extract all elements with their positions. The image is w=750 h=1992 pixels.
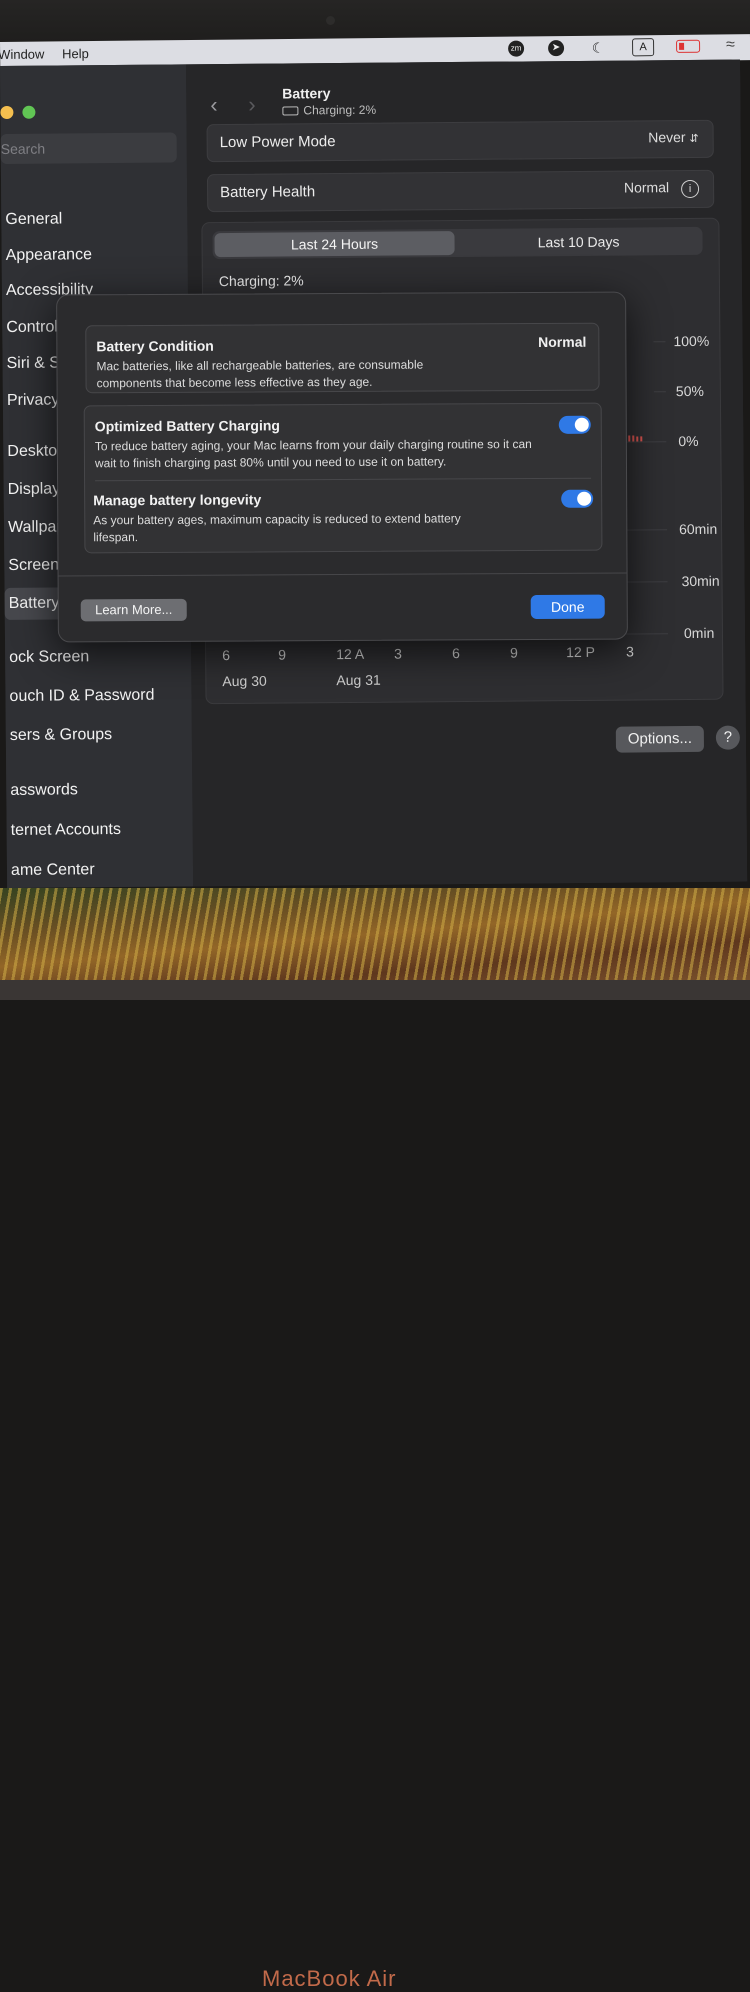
tab-last-10-days[interactable]: Last 10 Days xyxy=(458,229,698,255)
time-tick: 3 xyxy=(394,645,403,662)
charging-options-card: Optimized Battery Charging To reduce bat… xyxy=(83,402,603,554)
gridline xyxy=(625,529,668,531)
search-input[interactable]: Search xyxy=(0,132,177,164)
sidebar-item-users-groups[interactable]: sers & Groups xyxy=(10,726,112,745)
updown-chevron-icon: ⇵ xyxy=(689,132,699,145)
zoom-icon[interactable]: zm xyxy=(508,40,525,57)
battery-condition-title: Battery Condition xyxy=(96,337,214,355)
usage-axis-0: 0min xyxy=(683,624,715,642)
time-tick: 3 xyxy=(626,643,635,660)
back-chevron-icon[interactable]: ‹ xyxy=(210,92,218,118)
laptop-bottom-bezel: MacBook Air xyxy=(0,980,750,1991)
time-tick: 9 xyxy=(510,644,519,661)
time-tick: 9 xyxy=(278,646,287,663)
sidebar-item-passwords[interactable]: asswords xyxy=(10,781,78,800)
low-power-row: Low Power Mode Never ⇵ xyxy=(206,119,714,163)
options-button[interactable]: Options... xyxy=(615,725,705,753)
battery-health-label: Battery Health xyxy=(220,183,316,202)
toggle-knob xyxy=(574,417,589,432)
time-tick: 6 xyxy=(222,647,231,664)
date-label: Aug 31 xyxy=(336,671,381,689)
optimized-charging-title: Optimized Battery Charging xyxy=(94,417,280,435)
page-title: Battery xyxy=(282,85,331,102)
sidebar-item-lock-screen[interactable]: ock Screen xyxy=(9,648,89,667)
forward-chevron-icon[interactable]: › xyxy=(248,92,256,118)
time-tick: 12 A xyxy=(336,645,365,663)
sidebar-item-appearance[interactable]: Appearance xyxy=(6,246,92,265)
level-axis-50: 50% xyxy=(675,382,704,400)
battery-condition-card: Battery Condition Normal Mac batteries, … xyxy=(85,322,600,394)
battery-health-row: Battery Health Normal i xyxy=(206,169,715,213)
sheet-footer-divider xyxy=(58,572,627,577)
battery-level-bar xyxy=(640,436,643,442)
learn-more-button[interactable]: Learn More... xyxy=(80,598,187,622)
done-button[interactable]: Done xyxy=(530,594,605,620)
page-subtitle: Charging: 2% xyxy=(282,103,376,118)
gridline xyxy=(653,341,666,343)
battery-level-bar xyxy=(628,435,631,442)
gridline xyxy=(625,581,668,583)
time-tick: 12 P xyxy=(566,643,596,661)
level-axis-0: 0% xyxy=(678,432,699,450)
graph-charging-text: Charging: 2% xyxy=(218,272,304,290)
low-power-label: Low Power Mode xyxy=(219,133,336,152)
low-power-select[interactable]: Never ⇵ xyxy=(648,129,699,145)
charging-status: Charging: 2% xyxy=(303,102,377,118)
minimize-button[interactable] xyxy=(0,105,14,119)
menu-window[interactable]: Window xyxy=(0,47,44,62)
location-arrow-icon[interactable]: ➤ xyxy=(548,40,565,57)
divider xyxy=(95,477,592,482)
battery-health-status: Normal i xyxy=(623,179,700,199)
optimized-charging-desc: To reduce battery aging, your Mac learns… xyxy=(94,437,532,471)
date-label: Aug 30 xyxy=(222,672,267,690)
time-range-segmented-control: Last 24 Hours Last 10 Days xyxy=(212,226,703,260)
battery-charging-icon[interactable] xyxy=(676,39,701,53)
battery-level-bar xyxy=(632,435,635,442)
usage-axis-30: 30min xyxy=(681,572,720,590)
usage-axis-60: 60min xyxy=(678,520,718,538)
zoom-button[interactable] xyxy=(22,105,36,119)
toggle-knob xyxy=(577,491,592,506)
sidebar-item-internet-accounts[interactable]: ternet Accounts xyxy=(11,821,121,840)
battery-longevity-toggle[interactable] xyxy=(561,489,594,508)
sidebar-item-battery[interactable]: Battery xyxy=(9,595,60,613)
battery-health-value: Normal xyxy=(623,179,670,196)
tab-last-24-hours[interactable]: Last 24 Hours xyxy=(214,231,455,258)
battery-small-icon xyxy=(282,106,299,116)
time-tick: 6 xyxy=(452,645,461,662)
camera-dot xyxy=(326,16,335,25)
desktop-wallpaper xyxy=(0,888,750,980)
gridline xyxy=(653,391,666,393)
sidebar-item-general[interactable]: General xyxy=(5,210,62,228)
wifi-icon[interactable]: ≈ xyxy=(726,36,735,54)
level-axis-100: 100% xyxy=(673,332,710,350)
battery-longevity-title: Manage battery longevity xyxy=(93,491,262,509)
info-icon[interactable]: i xyxy=(681,179,700,199)
device-label: MacBook Air xyxy=(262,1966,397,1991)
low-power-value: Never xyxy=(648,129,686,146)
gridline xyxy=(625,633,668,635)
battery-condition-value: Normal xyxy=(538,333,587,350)
sidebar-item-game-center[interactable]: ame Center xyxy=(11,861,95,880)
help-button[interactable]: ? xyxy=(715,725,740,750)
menu-help[interactable]: Help xyxy=(62,46,89,61)
optimized-charging-toggle[interactable] xyxy=(558,415,591,434)
battery-condition-desc: Mac batteries, like all rechargeable bat… xyxy=(96,357,424,391)
sidebar-item-touch-id[interactable]: ouch ID & Password xyxy=(9,687,154,706)
battery-health-sheet: Battery Condition Normal Mac batteries, … xyxy=(56,291,628,643)
battery-longevity-desc: As your battery ages, maximum capacity i… xyxy=(93,511,461,545)
battery-level-bar xyxy=(636,436,639,442)
moon-icon[interactable]: ☾ xyxy=(590,40,606,56)
input-source-icon[interactable]: A xyxy=(631,38,655,57)
